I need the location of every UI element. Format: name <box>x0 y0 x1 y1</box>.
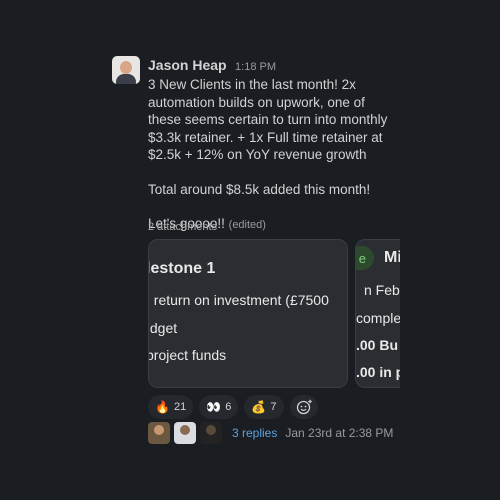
message-paragraph: 3 New Clients in the last month! 2x auto… <box>148 77 388 162</box>
fire-icon: 🔥 <box>155 400 170 414</box>
attachments-carousel: lestone 1 : return on investment (£7500 … <box>148 239 400 389</box>
add-emoji-icon <box>296 399 312 415</box>
reaction-count: 6 <box>225 401 232 413</box>
attachment-text: project funds <box>148 347 227 363</box>
attachment-text: : return on investment (£7500 <box>148 292 329 308</box>
attachment-card-1[interactable]: lestone 1 : return on investment (£7500 … <box>148 239 348 388</box>
attachment-text: comple <box>356 310 400 326</box>
thread-summary[interactable]: 3 replies Jan 23rd at 2:38 PM <box>148 422 393 444</box>
attachment-text: .00 Bu <box>356 337 399 353</box>
edited-label: (edited) <box>228 219 266 231</box>
attachment-title: lestone 1 <box>148 260 216 277</box>
reply-avatar <box>200 422 222 444</box>
add-reaction-button[interactable] <box>289 395 318 419</box>
attachment-card-2[interactable]: e Mi n Feb 1, comple .00 Bu .00 in p <box>355 239 400 388</box>
reply-avatar <box>174 422 196 444</box>
author-avatar[interactable] <box>112 56 140 84</box>
money-bag-icon: 💰 <box>251 400 267 414</box>
reaction-count: 7 <box>270 401 277 413</box>
message-text: 3 New Clients in the last month! 2x auto… <box>148 76 396 235</box>
attachment-badge: e <box>356 246 374 270</box>
reaction-money-bag[interactable]: 💰 7 <box>244 395 284 419</box>
reply-avatar <box>148 422 170 444</box>
message-header: Jason Heap 1:18 PM <box>148 57 276 75</box>
message-paragraph: Total around $8.5k added this month! <box>148 181 371 197</box>
attachment-text: ıdget <box>148 320 178 336</box>
reaction-eyes[interactable]: 👀 6 <box>199 395 239 419</box>
reaction-fire[interactable]: 🔥 21 <box>148 395 194 419</box>
replies-link[interactable]: 3 replies <box>232 426 277 440</box>
attachments-label[interactable]: 2 attachments <box>148 221 217 233</box>
reaction-count: 21 <box>174 401 187 413</box>
attachment-text: .00 in p <box>356 364 400 380</box>
attachment-title: Mi <box>384 249 400 266</box>
author-name[interactable]: Jason Heap <box>148 57 227 73</box>
eyes-icon: 👀 <box>206 400 222 414</box>
attachment-text: n Feb 1, <box>364 282 400 298</box>
last-reply-time: Jan 23rd at 2:38 PM <box>285 426 394 440</box>
reactions-bar: 🔥 21 👀 6 💰 7 <box>148 395 318 419</box>
message-time[interactable]: 1:18 PM <box>235 61 276 73</box>
